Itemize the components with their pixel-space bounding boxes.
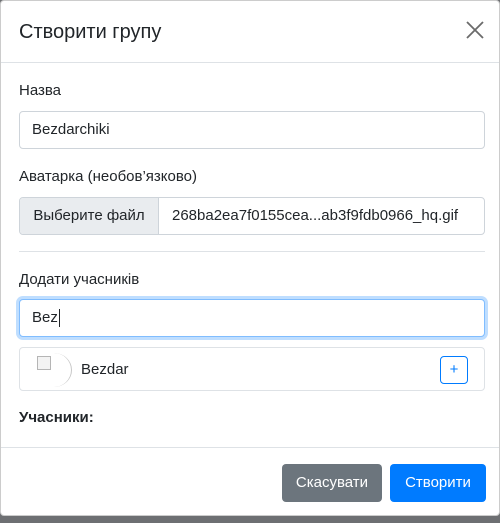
- close-icon: [466, 21, 484, 39]
- add-member-button[interactable]: +: [440, 356, 468, 384]
- member-search-input[interactable]: Bez: [19, 299, 485, 337]
- add-members-label: Додати учасників: [19, 271, 140, 288]
- modal-title: Створити групу: [19, 21, 162, 43]
- modal-footer: Скасувати Створити: [1, 447, 499, 515]
- text-caret: [58, 309, 60, 328]
- group-name-input[interactable]: Bezdarchiki: [19, 111, 485, 149]
- close-button[interactable]: [463, 17, 487, 45]
- avatar-image-icon: [37, 356, 51, 370]
- cancel-button[interactable]: Скасувати: [282, 464, 382, 502]
- modal-header: Створити групу: [1, 1, 499, 63]
- create-group-modal: Створити групу Назва Bezdarchiki Аватарк…: [0, 0, 500, 516]
- avatar-label: Аватарка (необов’язково): [19, 168, 198, 185]
- create-button[interactable]: Створити: [390, 464, 486, 502]
- members-label: Учасники:: [19, 409, 94, 426]
- avatar: [36, 353, 72, 387]
- search-result-name: Bezdar: [81, 361, 129, 378]
- avatar-file-input[interactable]: Выберите файл 268ba2ea7f0155cea...ab3f9f…: [19, 197, 485, 235]
- member-search-value: Bez: [32, 309, 58, 326]
- choose-file-button[interactable]: Выберите файл: [20, 198, 159, 234]
- name-label: Назва: [19, 82, 62, 99]
- section-divider: [19, 251, 485, 252]
- selected-file-name: 268ba2ea7f0155cea...ab3f9fdb0966_hq.gif: [172, 207, 459, 224]
- search-result-item: Bezdar +: [19, 347, 485, 391]
